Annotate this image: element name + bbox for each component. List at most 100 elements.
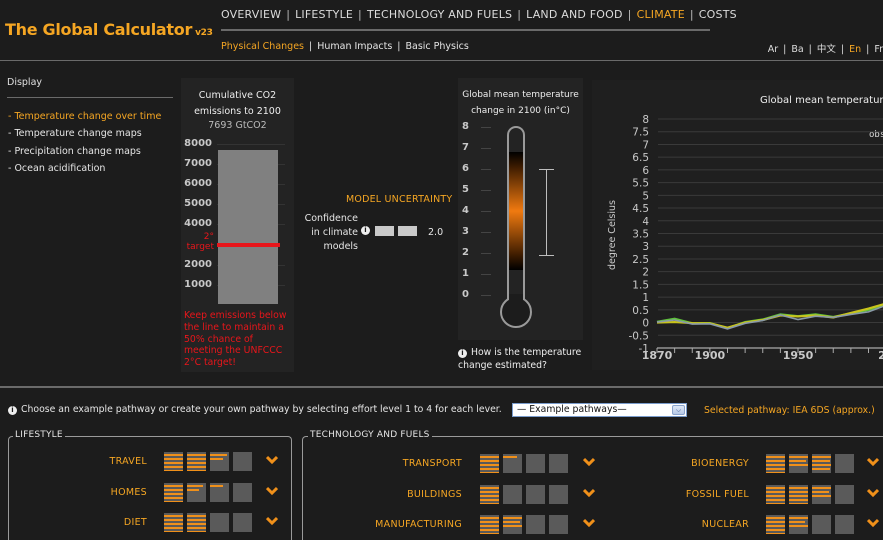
lever-level-4-button[interactable] (835, 454, 854, 473)
chart-x-tick-label: 1900 (695, 349, 726, 362)
lever-label-nuclear[interactable]: NUCLEAR (702, 519, 749, 530)
chevron-down-icon[interactable] (583, 457, 595, 467)
display-item-ocean-acidification[interactable]: - Ocean acidification (8, 160, 161, 177)
lever-level-3-button[interactable] (210, 483, 229, 502)
lever-level-3-button[interactable] (526, 454, 545, 473)
subnav-physical-changes[interactable]: Physical Changes (221, 41, 304, 52)
lever-level-4-button[interactable] (233, 483, 252, 502)
lever-level-1-button[interactable] (164, 483, 183, 502)
lever-level-fill (789, 503, 808, 504)
subnav-basic-physics[interactable]: Basic Physics (406, 41, 469, 52)
lever-level-fill (789, 495, 808, 497)
lever-level-3-button[interactable] (526, 515, 545, 534)
lever-level-2-button[interactable] (789, 454, 808, 473)
nav-land-and-food[interactable]: LAND AND FOOD (526, 8, 623, 21)
thermometer-tick-mark (481, 190, 491, 191)
nav-separator: | (689, 8, 694, 21)
header-divider (0, 60, 883, 61)
lever-label-transport[interactable]: TRANSPORT (403, 458, 462, 469)
lever-level-2-button[interactable] (187, 513, 206, 532)
lever-level-4-button[interactable] (233, 513, 252, 532)
thermometer-title-line2: change in 2100 (in°C) (471, 106, 570, 116)
lever-level-2-button[interactable] (187, 452, 206, 471)
lang-ar[interactable]: Ar (768, 44, 778, 55)
lever-level-2-button[interactable] (789, 485, 808, 504)
lever-level-2-button[interactable] (503, 485, 522, 504)
temperature-error-bar (546, 169, 547, 256)
lever-level-2-button[interactable] (789, 515, 808, 534)
lever-level-3-button[interactable] (812, 515, 831, 534)
lever-level-1-button[interactable] (164, 452, 183, 471)
lever-level-fill (766, 487, 785, 489)
display-item-precipitation-maps[interactable]: - Precipitation change maps (8, 143, 161, 160)
lever-label-buildings[interactable]: BUILDINGS (407, 489, 462, 500)
model-confidence-value: 2.0 (428, 227, 444, 238)
chevron-down-icon[interactable] (583, 518, 595, 528)
app-logo[interactable]: The Global Calculator v23 (5, 20, 213, 39)
app-title: The Global Calculator (5, 20, 193, 39)
lever-level-4-button[interactable] (835, 515, 854, 534)
chevron-down-icon[interactable] (867, 457, 879, 467)
lever-level-1-button[interactable] (766, 485, 785, 504)
nav-technology-and-fuels[interactable]: TECHNOLOGY AND FUELS (367, 8, 512, 21)
lever-label-bioenergy[interactable]: BIOENERGY (691, 458, 749, 469)
lever-level-1-button[interactable] (164, 513, 183, 532)
chart-y-tick-label: 2.5 (632, 254, 649, 266)
lever-level-2-button[interactable] (503, 454, 522, 473)
lever-label-diet[interactable]: DIET (124, 517, 147, 528)
confidence-level-1-button[interactable] (375, 226, 394, 236)
example-pathways-dropdown[interactable]: — Example pathways— ⌵ (512, 403, 687, 417)
lever-level-fill (187, 527, 206, 529)
lang-zh[interactable]: 中文 (817, 44, 836, 55)
display-item-temperature-over-time[interactable]: - Temperature change over time (8, 108, 161, 125)
lever-level-1-button[interactable] (766, 515, 785, 534)
lever-level-1-button[interactable] (766, 454, 785, 473)
lever-level-4-button[interactable] (233, 452, 252, 471)
info-icon[interactable]: i (8, 406, 17, 415)
display-item-temperature-maps[interactable]: - Temperature change maps (8, 125, 161, 142)
lever-level-4-button[interactable] (549, 515, 568, 534)
lever-level-4-button[interactable] (549, 454, 568, 473)
chevron-down-icon[interactable] (266, 516, 278, 526)
nav-costs[interactable]: COSTS (699, 8, 737, 21)
lever-level-2-button[interactable] (187, 483, 206, 502)
lever-level-4-button[interactable] (835, 485, 854, 504)
lever-level-1-button[interactable] (480, 454, 499, 473)
chevron-down-icon[interactable] (266, 486, 278, 496)
lever-label-homes[interactable]: HOMES (111, 487, 147, 498)
nav-overview[interactable]: OVERVIEW (221, 8, 281, 21)
lang-en[interactable]: En (849, 44, 861, 55)
chevron-down-icon[interactable] (266, 455, 278, 465)
nav-climate[interactable]: CLIMATE (637, 8, 685, 21)
nav-lifestyle[interactable]: LIFESTYLE (295, 8, 353, 21)
lever-level-1-button[interactable] (480, 515, 499, 534)
subnav-human-impacts[interactable]: Human Impacts (317, 41, 392, 52)
thermometer-tick-mark (481, 127, 491, 128)
lever-level-fill (164, 515, 183, 517)
lever-level-3-button[interactable] (210, 513, 229, 532)
lever-level-4-button[interactable] (549, 485, 568, 504)
lever-level-3-button[interactable] (812, 454, 831, 473)
lever-level-selector-buildings (480, 485, 568, 504)
lever-label-travel[interactable]: TRAVEL (109, 456, 147, 467)
chevron-down-icon[interactable]: ⌵ (672, 405, 685, 415)
lang-fr[interactable]: Fr (874, 44, 883, 55)
lever-level-fill (789, 521, 805, 523)
lever-level-2-button[interactable] (503, 515, 522, 534)
chart-y-tick-label: 3.5 (632, 229, 649, 241)
lever-level-3-button[interactable] (812, 485, 831, 504)
lever-label-fossil-fuel[interactable]: FOSSIL FUEL (686, 489, 749, 500)
lever-level-3-button[interactable] (526, 485, 545, 504)
temperature-estimation-help-link[interactable]: i How is the temperature change estimated… (458, 346, 583, 372)
temperature-estimation-help-text: How is the temperature change estimated? (458, 347, 582, 371)
chevron-down-icon[interactable] (867, 518, 879, 528)
pathway-instruction-text: Choose an example pathway or create your… (21, 404, 502, 415)
lang-ba[interactable]: Ba (791, 44, 803, 55)
lever-label-manufacturing[interactable]: MANUFACTURING (375, 519, 462, 530)
lever-level-1-button[interactable] (480, 485, 499, 504)
lever-level-3-button[interactable] (210, 452, 229, 471)
confidence-level-2-button[interactable] (398, 226, 417, 236)
info-icon[interactable]: i (361, 226, 370, 235)
chevron-down-icon[interactable] (867, 488, 879, 498)
chevron-down-icon[interactable] (583, 488, 595, 498)
